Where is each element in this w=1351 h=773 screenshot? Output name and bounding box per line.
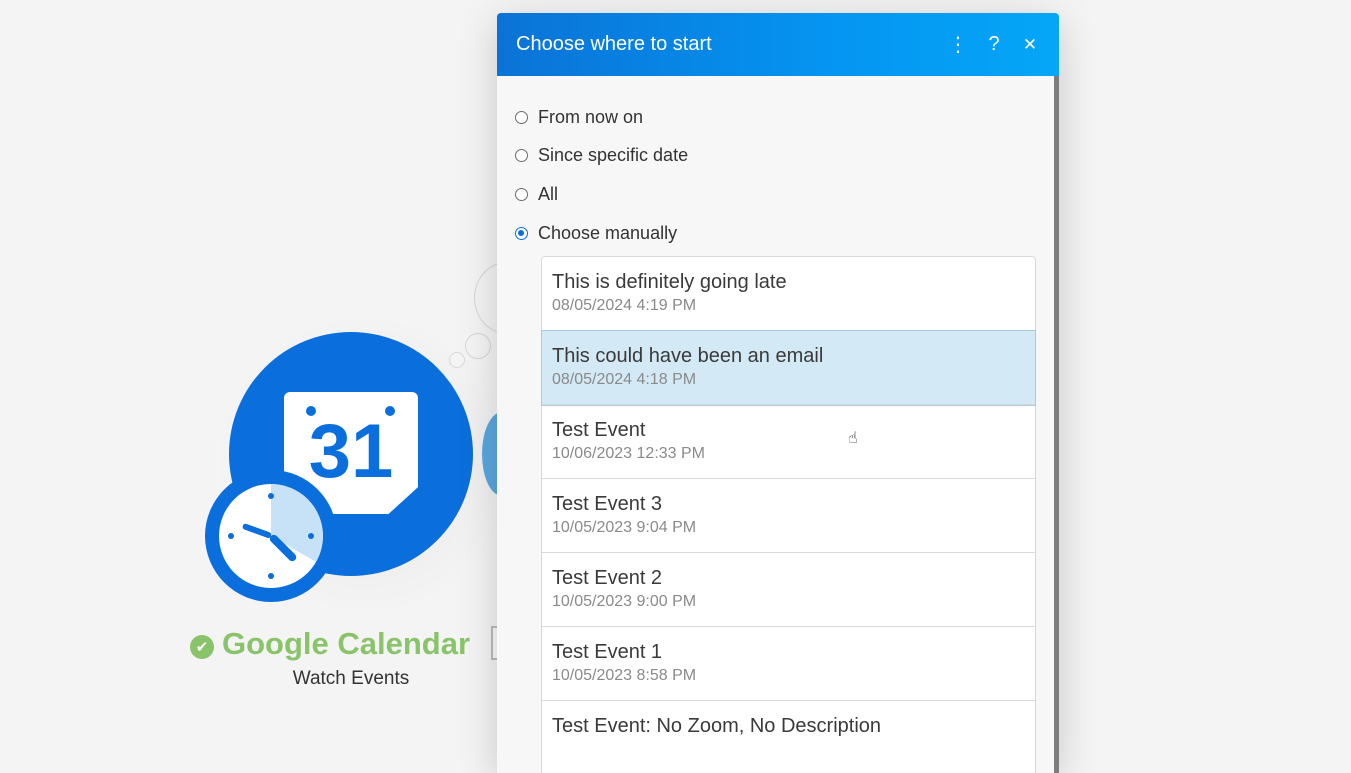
thought-bubble-small	[449, 352, 465, 368]
event-date: 10/05/2023 8:58 PM	[552, 667, 697, 684]
radio-from-now-on[interactable]	[515, 110, 528, 124]
event-item[interactable]: Test Event 1 10/05/2023 8:58 PM	[542, 627, 1035, 701]
module-action-label: Watch Events	[292, 668, 410, 689]
event-date: 08/05/2024 4:18 PM	[552, 371, 697, 388]
option-since-specific-date[interactable]: Since specific date	[515, 137, 1059, 176]
event-date: 08/05/2024 4:19 PM	[552, 297, 697, 314]
module-app-name: Google Calendar	[222, 626, 471, 661]
close-icon[interactable]: ✕	[1019, 34, 1041, 56]
event-date: 10/06/2023 12:33 PM	[552, 445, 706, 462]
event-list: This is definitely going late 08/05/2024…	[541, 256, 1036, 773]
clock-tick-6	[268, 573, 274, 579]
start-options: From now on Since specific date All Choo…	[497, 76, 1059, 252]
dialog-title: Choose where to start	[516, 33, 712, 55]
dialog-header: Choose where to start ⋮ ? ✕	[497, 13, 1059, 76]
event-item[interactable]: This is definitely going late 08/05/2024…	[542, 257, 1035, 331]
clock-tick-3	[308, 533, 314, 539]
more-vertical-icon[interactable]: ⋮	[947, 34, 969, 56]
module-title: ✔ Google Calendar	[190, 624, 470, 664]
option-from-now-on[interactable]: From now on	[515, 98, 1059, 137]
event-title: This is definitely going late	[552, 271, 787, 293]
event-item[interactable]: Test Event: No Zoom, No Description	[542, 701, 1035, 773]
event-title: Test Event 2	[552, 567, 663, 589]
header-actions: ⋮ ? ✕	[947, 13, 1041, 76]
event-title: Test Event 1	[552, 641, 663, 663]
check-circle-icon: ✔	[190, 635, 214, 659]
event-item[interactable]: Test Event 3 10/05/2023 9:04 PM	[542, 479, 1035, 553]
event-title: Test Event 3	[552, 493, 663, 515]
event-item[interactable]: Test Event 10/06/2023 12:33 PM	[542, 405, 1035, 479]
option-label: Choose manually	[538, 222, 678, 243]
event-item[interactable]: Test Event 2 10/05/2023 9:00 PM	[542, 553, 1035, 627]
event-item-selected[interactable]: This could have been an email 08/05/2024…	[541, 330, 1036, 406]
event-title: Test Event: No Zoom, No Description	[552, 715, 882, 737]
option-label: From now on	[538, 106, 644, 127]
clock-icon	[205, 470, 337, 602]
choose-start-dialog: Choose where to start ⋮ ? ✕ From now on …	[497, 13, 1059, 773]
clock-tick-12	[268, 493, 274, 499]
clock-face	[219, 484, 323, 588]
dialog-scrollbar[interactable]	[1054, 76, 1059, 773]
thought-bubble-medium	[465, 333, 491, 359]
option-label: Since specific date	[538, 145, 689, 166]
help-icon[interactable]: ?	[983, 33, 1005, 56]
radio-since-specific-date[interactable]	[515, 149, 528, 163]
option-all[interactable]: All	[515, 175, 1059, 214]
event-date: 10/05/2023 9:00 PM	[552, 593, 697, 610]
event-title: Test Event	[552, 419, 646, 441]
option-choose-manually[interactable]: Choose manually	[515, 214, 1059, 253]
hand-cursor-icon: ☝	[848, 430, 858, 447]
option-label: All	[538, 183, 559, 204]
event-title: This could have been an email	[552, 345, 824, 367]
event-date: 10/05/2023 9:04 PM	[552, 519, 697, 536]
radio-all[interactable]	[515, 187, 528, 201]
clock-tick-9	[228, 533, 234, 539]
radio-choose-manually[interactable]	[515, 226, 528, 240]
